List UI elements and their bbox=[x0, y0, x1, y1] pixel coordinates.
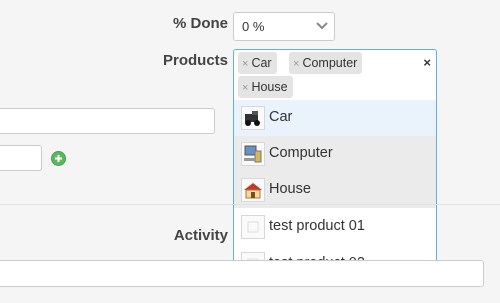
activity-label: Activity bbox=[173, 227, 228, 244]
percent-done-select[interactable]: 0 % bbox=[233, 12, 335, 41]
chevron-down-icon bbox=[316, 22, 328, 30]
products-label: Products bbox=[162, 52, 228, 69]
add-button[interactable] bbox=[51, 151, 66, 166]
percent-done-value: 0 % bbox=[242, 19, 265, 34]
placeholder-image-icon bbox=[241, 215, 265, 239]
remove-tag-icon[interactable]: × bbox=[242, 82, 248, 94]
dropdown-option-test-product-01[interactable]: test product 01 bbox=[234, 209, 436, 245]
car-icon bbox=[241, 106, 265, 130]
products-multiselect[interactable]: × Car × Computer × House × bbox=[233, 49, 437, 101]
text-input[interactable] bbox=[0, 108, 215, 134]
product-tag-car: × Car bbox=[238, 52, 277, 74]
text-input-short[interactable] bbox=[0, 145, 42, 171]
plus-icon bbox=[55, 155, 62, 162]
remove-tag-icon[interactable]: × bbox=[293, 58, 299, 70]
house-icon bbox=[241, 178, 265, 202]
product-tag-computer: × Computer bbox=[289, 52, 363, 74]
dropdown-option-computer[interactable]: Computer bbox=[234, 136, 436, 172]
computer-icon bbox=[241, 142, 265, 166]
percent-done-label: % Done bbox=[172, 15, 228, 32]
remove-tag-icon[interactable]: × bbox=[242, 58, 248, 70]
dropdown-option-house[interactable]: House bbox=[234, 172, 436, 208]
dropdown-option-car[interactable]: Car bbox=[234, 100, 436, 136]
products-dropdown: Car Computer House test product 01 bbox=[233, 100, 437, 284]
section-divider bbox=[0, 204, 500, 205]
clear-all-icon[interactable]: × bbox=[423, 55, 431, 70]
product-tag-house: × House bbox=[238, 76, 293, 98]
activity-input[interactable] bbox=[0, 260, 484, 287]
